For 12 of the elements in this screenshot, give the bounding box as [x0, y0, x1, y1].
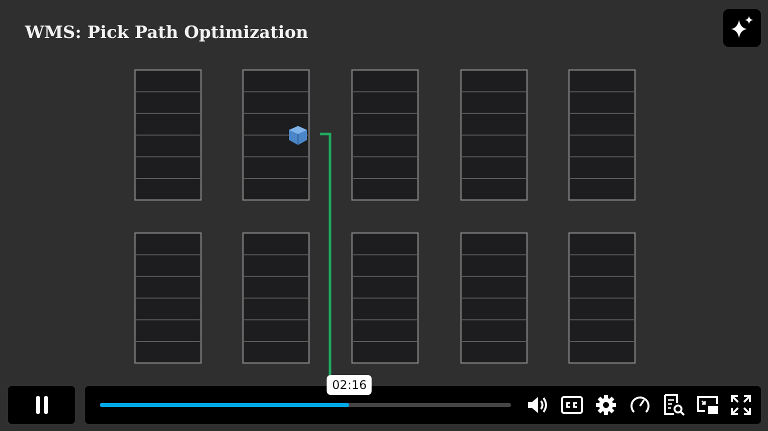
package-box-icon [289, 126, 307, 146]
captions-icon[interactable] [561, 396, 583, 414]
settings-icon[interactable] [595, 394, 617, 416]
pause-button[interactable] [8, 386, 75, 424]
time-tooltip: 02:16 [327, 375, 372, 395]
picture-in-picture-icon[interactable] [697, 395, 719, 415]
transcript-search-icon[interactable] [663, 394, 685, 416]
fullscreen-icon[interactable] [731, 395, 751, 415]
volume-icon[interactable] [527, 395, 549, 415]
video-title: WMS: Pick Path Optimization [25, 23, 308, 43]
ai-sparkle-button[interactable] [723, 9, 761, 47]
pause-icon [34, 396, 48, 414]
